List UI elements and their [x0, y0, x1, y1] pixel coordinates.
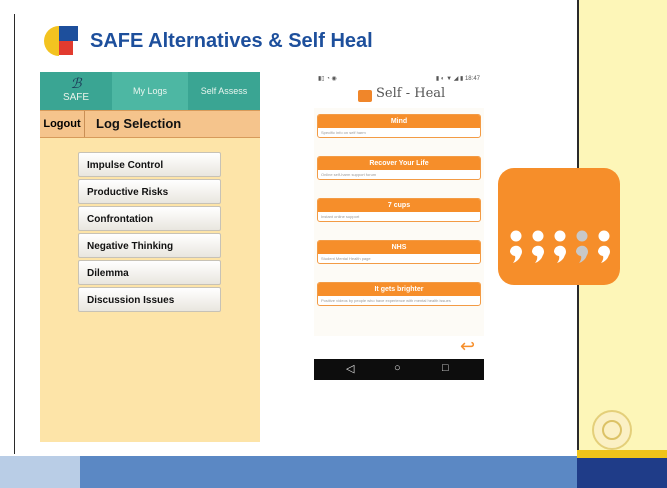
- self-heal-app-icon: [358, 90, 372, 102]
- log-selection-bar: Logout Log Selection: [40, 110, 260, 138]
- nav-recents-icon[interactable]: □: [442, 362, 449, 374]
- safe-app-logo: ℬ SAFE: [40, 72, 112, 110]
- logo-icon: [40, 26, 78, 56]
- card-subtitle: Positive videos by people who have exper…: [321, 298, 451, 303]
- card-7-cups[interactable]: 7 cups Instant online support: [317, 198, 481, 222]
- back-arrow-icon[interactable]: ↩: [460, 336, 475, 357]
- menu-item-negative-thinking[interactable]: Negative Thinking: [78, 233, 221, 258]
- menu-item-confrontation[interactable]: Confrontation: [78, 206, 221, 231]
- self-heal-title: Self - Heal: [376, 86, 446, 101]
- tab-my-logs[interactable]: My Logs: [112, 72, 188, 110]
- footer-stripe-navy: [577, 456, 667, 488]
- safe-app-screenshot: ℬ SAFE My Logs Self Assess Logout Log Se…: [40, 72, 260, 442]
- safe-logo-glyph: ℬ: [70, 76, 82, 92]
- status-left-icons: ▮▯ ◔ ◉: [318, 76, 337, 82]
- log-selection-heading: Log Selection: [96, 116, 182, 131]
- status-right-icons: ▮ ◐ ▼ ◢ ▮ 18:47: [435, 76, 480, 82]
- footer-gold-band: [577, 450, 667, 458]
- footer-stripe-dark: [80, 456, 577, 488]
- card-title: NHS: [318, 241, 480, 254]
- phone-status-bar: ▮▯ ◔ ◉ ▮ ◐ ▼ ◢ ▮ 18:47: [314, 74, 484, 84]
- self-heal-header: Self - Heal: [314, 84, 484, 106]
- slide-title: SAFE Alternatives & Self Heal: [90, 30, 373, 52]
- menu-item-productive-risks[interactable]: Productive Risks: [78, 179, 221, 204]
- nav-home-icon[interactable]: ○: [394, 362, 401, 374]
- slide-left-border: [14, 14, 15, 454]
- self-heal-app-screenshot: ▮▯ ◔ ◉ ▮ ◐ ▼ ◢ ▮ 18:47 Self - Heal Mind …: [314, 74, 484, 380]
- quote-marks-icon: [509, 230, 610, 263]
- card-title: Mind: [318, 115, 480, 128]
- menu-item-dilemma[interactable]: Dilemma: [78, 260, 221, 285]
- card-title: It gets brighter: [318, 283, 480, 296]
- menu-item-discussion-issues[interactable]: Discussion Issues: [78, 287, 221, 312]
- tab-self-assess[interactable]: Self Assess: [188, 72, 260, 110]
- log-menu: Impulse Control Productive Risks Confron…: [78, 152, 221, 314]
- card-title: 7 cups: [318, 199, 480, 212]
- card-subtitle: Student Mental Health page: [321, 256, 371, 261]
- card-recover-your-life[interactable]: Recover Your Life Online self-harm suppo…: [317, 156, 481, 180]
- footer-stripe-light: [0, 456, 80, 488]
- card-subtitle: Online self-harm support forum: [321, 172, 377, 177]
- card-title: Recover Your Life: [318, 157, 480, 170]
- quote-bubble-icon: [498, 168, 620, 285]
- card-it-gets-brighter[interactable]: It gets brighter Positive videos by peop…: [317, 282, 481, 306]
- logout-button[interactable]: Logout: [40, 111, 85, 137]
- card-subtitle: Instant online support: [321, 214, 360, 219]
- card-subtitle: Specific info on self harm: [321, 130, 366, 135]
- slide: SAFE Alternatives & Self Heal ℬ SAFE My …: [0, 0, 667, 488]
- self-heal-card-list: Mind Specific info on self harm Recover …: [314, 108, 484, 336]
- seal-inner-ring: [602, 420, 622, 440]
- menu-item-impulse-control[interactable]: Impulse Control: [78, 152, 221, 177]
- university-seal-icon: [592, 410, 632, 450]
- android-nav-bar: ◁ ○ □: [314, 359, 484, 380]
- card-mind[interactable]: Mind Specific info on self harm: [317, 114, 481, 138]
- nav-back-icon[interactable]: ◁: [346, 362, 354, 375]
- card-nhs[interactable]: NHS Student Mental Health page: [317, 240, 481, 264]
- safe-brand-label: SAFE: [62, 92, 90, 103]
